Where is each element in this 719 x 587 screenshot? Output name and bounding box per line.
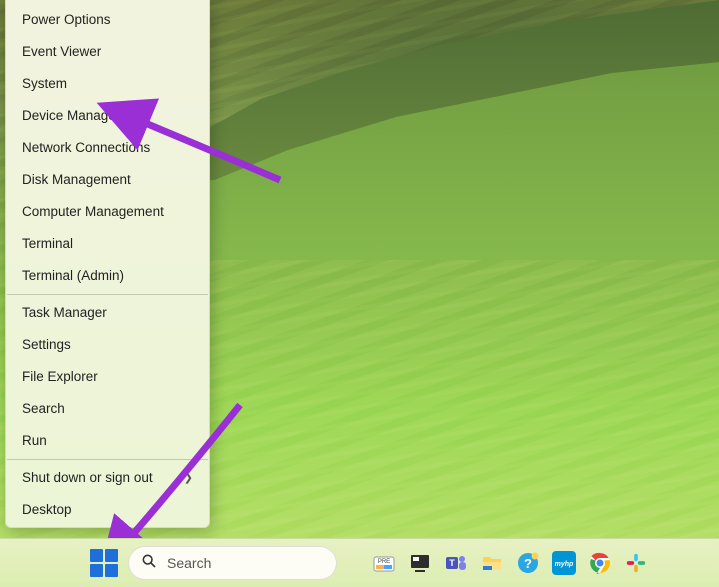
menu-item-search[interactable]: Search xyxy=(6,393,209,425)
menu-item-label: Run xyxy=(22,432,47,450)
menu-item-label: Network Connections xyxy=(22,139,150,157)
search-icon xyxy=(141,553,157,574)
taskbar-icon-tips[interactable]: ? xyxy=(515,550,541,576)
menu-item-event-viewer[interactable]: Event Viewer xyxy=(6,36,209,68)
taskbar-icon-slack[interactable] xyxy=(623,550,649,576)
menu-item-network-connections[interactable]: Network Connections xyxy=(6,132,209,164)
menu-item-settings[interactable]: Settings xyxy=(6,329,209,361)
taskbar-search[interactable] xyxy=(128,546,337,580)
menu-item-file-explorer[interactable]: File Explorer xyxy=(6,361,209,393)
menu-item-label: Device Manager xyxy=(22,107,120,125)
menu-separator xyxy=(7,294,208,295)
menu-item-label: Terminal (Admin) xyxy=(22,267,124,285)
menu-separator xyxy=(7,459,208,460)
menu-item-label: Disk Management xyxy=(22,171,131,189)
menu-item-run[interactable]: Run xyxy=(6,425,209,457)
taskbar-icon-myhp[interactable]: myhp xyxy=(551,550,577,576)
taskbar-icon-chrome[interactable] xyxy=(587,550,613,576)
menu-item-computer-management[interactable]: Computer Management xyxy=(6,196,209,228)
menu-item-label: System xyxy=(22,75,67,93)
winx-context-menu: Power Options Event Viewer System Device… xyxy=(5,0,210,528)
menu-item-label: Shut down or sign out xyxy=(22,469,153,487)
menu-item-label: Terminal xyxy=(22,235,73,253)
menu-item-label: File Explorer xyxy=(22,368,98,386)
svg-text:PRE: PRE xyxy=(378,559,390,565)
taskbar: PRE T ? myhp xyxy=(0,538,719,587)
menu-item-label: Power Options xyxy=(22,11,111,29)
menu-item-task-manager[interactable]: Task Manager xyxy=(6,297,209,329)
menu-item-label: Desktop xyxy=(22,501,72,519)
svg-text:myhp: myhp xyxy=(555,561,574,568)
svg-text:T: T xyxy=(449,558,455,568)
desktop-wallpaper: Power Options Event Viewer System Device… xyxy=(0,0,719,587)
chevron-right-icon: ❯ xyxy=(184,469,193,487)
menu-item-label: Search xyxy=(22,400,65,418)
svg-text:?: ? xyxy=(524,556,532,571)
menu-item-label: Computer Management xyxy=(22,203,164,221)
taskbar-icon-task-view[interactable] xyxy=(407,550,433,576)
menu-item-terminal[interactable]: Terminal xyxy=(6,228,209,260)
menu-item-system[interactable]: System xyxy=(6,68,209,100)
menu-item-terminal-admin[interactable]: Terminal (Admin) xyxy=(6,260,209,292)
taskbar-icon-file-explorer[interactable] xyxy=(479,550,505,576)
search-input[interactable] xyxy=(167,555,324,571)
taskbar-icon-dev-preview[interactable]: PRE xyxy=(371,550,397,576)
menu-item-device-manager[interactable]: Device Manager xyxy=(6,100,209,132)
menu-item-label: Task Manager xyxy=(22,304,107,322)
menu-item-disk-management[interactable]: Disk Management xyxy=(6,164,209,196)
menu-item-shut-down-or-sign-out[interactable]: Shut down or sign out ❯ xyxy=(6,462,209,494)
taskbar-icon-teams[interactable]: T xyxy=(443,550,469,576)
menu-item-label: Settings xyxy=(22,336,71,354)
menu-item-power-options[interactable]: Power Options xyxy=(6,4,209,36)
menu-item-label: Event Viewer xyxy=(22,43,101,61)
start-button[interactable] xyxy=(90,549,118,577)
menu-item-desktop[interactable]: Desktop xyxy=(6,494,209,526)
